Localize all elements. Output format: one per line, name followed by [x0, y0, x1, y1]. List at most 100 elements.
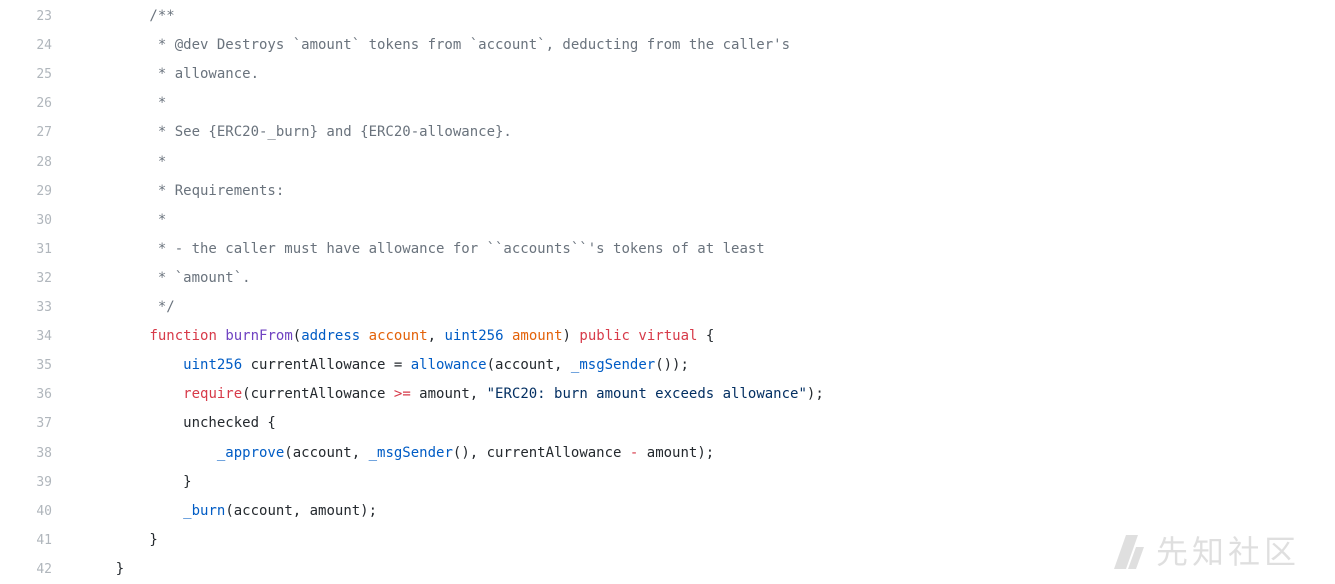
code-token: * @dev Destroys `amount` tokens from `ac…: [82, 37, 791, 54]
code-line: 34 function burnFrom(address account, ui…: [0, 322, 1335, 351]
line-number[interactable]: 33: [0, 293, 52, 322]
line-code: _burn(account, amount);: [82, 497, 377, 526]
code-line: 29 * Requirements:: [0, 177, 1335, 206]
line-code: * allowance.: [82, 60, 259, 89]
code-token: unchecked {: [82, 415, 276, 432]
code-token: "ERC20: burn amount exceeds allowance": [486, 386, 807, 403]
code-token: (account, amount);: [225, 502, 378, 519]
line-number[interactable]: 35: [0, 351, 52, 380]
code-token: (currentAllowance: [242, 386, 394, 403]
line-number[interactable]: 25: [0, 60, 52, 89]
code-line: 30 *: [0, 206, 1335, 235]
code-token: *: [82, 95, 167, 112]
line-code: * `amount`.: [82, 264, 251, 293]
line-number[interactable]: 32: [0, 264, 52, 293]
code-token: (: [292, 328, 302, 345]
code-token: >=: [393, 386, 411, 403]
line-code: uint256 currentAllowance = allowance(acc…: [82, 351, 689, 380]
code-token: function: [149, 328, 217, 345]
code-token: * See {ERC20-_burn} and {ERC20-allowance…: [82, 124, 512, 141]
code-token: * `amount`.: [82, 269, 251, 286]
code-line: 27 * See {ERC20-_burn} and {ERC20-allowa…: [0, 118, 1335, 147]
code-token: ());: [655, 357, 689, 374]
code-line: 39 }: [0, 468, 1335, 497]
code-line: 38 _approve(account, _msgSender(), curre…: [0, 439, 1335, 468]
line-number[interactable]: 34: [0, 322, 52, 351]
line-number[interactable]: 41: [0, 526, 52, 555]
line-number[interactable]: 26: [0, 89, 52, 118]
code-token: * allowance.: [82, 66, 260, 83]
line-code: unchecked {: [82, 409, 276, 438]
code-token: _burn: [183, 502, 226, 519]
line-number[interactable]: 30: [0, 206, 52, 235]
code-line: 31 * - the caller must have allowance fo…: [0, 235, 1335, 264]
line-number[interactable]: 36: [0, 380, 52, 409]
line-number[interactable]: 31: [0, 235, 52, 264]
xianzhi-logo-icon: [1114, 535, 1144, 569]
code-token: (), currentAllowance: [452, 444, 630, 461]
code-view: 23 /** 24 * @dev Destroys `amount` tokens…: [0, 0, 1335, 580]
code-line: 35 uint256 currentAllowance = allowance(…: [0, 351, 1335, 380]
line-number[interactable]: 24: [0, 31, 52, 60]
line-number[interactable]: 38: [0, 439, 52, 468]
line-number[interactable]: 23: [0, 2, 52, 31]
line-code: * @dev Destroys `amount` tokens from `ac…: [82, 31, 790, 60]
code-token: }: [82, 473, 192, 490]
watermark-text: 先知社区: [1156, 533, 1301, 571]
code-token: (account,: [284, 444, 369, 461]
code-token: *: [82, 153, 167, 170]
line-code: *: [82, 206, 166, 235]
code-line: 33 */: [0, 293, 1335, 322]
code-token: virtual: [638, 328, 698, 345]
line-code: * See {ERC20-_burn} and {ERC20-allowance…: [82, 118, 512, 147]
code-token: ,: [427, 328, 445, 345]
line-number[interactable]: 39: [0, 468, 52, 497]
line-code: *: [82, 148, 166, 177]
line-code: /**: [82, 2, 175, 31]
line-code: * Requirements:: [82, 177, 284, 206]
line-code: *: [82, 89, 166, 118]
code-token: }: [82, 531, 158, 548]
code-token: require: [183, 386, 243, 403]
code-token: uint256: [444, 328, 504, 345]
code-token: allowance: [410, 357, 487, 374]
line-number[interactable]: 28: [0, 148, 52, 177]
code-line: 24 * @dev Destroys `amount` tokens from …: [0, 31, 1335, 60]
code-token: currentAllowance =: [242, 357, 411, 374]
code-token: );: [806, 386, 824, 403]
line-number[interactable]: 40: [0, 497, 52, 526]
code-token: ): [562, 328, 580, 345]
code-line: 32 * `amount`.: [0, 264, 1335, 293]
line-code: * - the caller must have allowance for `…: [82, 235, 765, 264]
code-line: 23 /**: [0, 2, 1335, 31]
code-token: amount,: [410, 386, 487, 403]
code-token: _msgSender: [368, 444, 453, 461]
line-number[interactable]: 37: [0, 409, 52, 438]
code-token: _msgSender: [570, 357, 656, 374]
code-token: (account,: [486, 357, 571, 374]
line-code: */: [82, 293, 175, 322]
code-line: 26 *: [0, 89, 1335, 118]
code-line: 40 _burn(account, amount);: [0, 497, 1335, 526]
code-token: /**: [82, 8, 175, 24]
code-line: 37 unchecked {: [0, 409, 1335, 438]
line-number[interactable]: 27: [0, 118, 52, 147]
code-token: _approve: [216, 444, 285, 461]
code-token: address: [301, 328, 361, 345]
line-number[interactable]: 29: [0, 177, 52, 206]
code-line: 36 require(currentAllowance >= amount, "…: [0, 380, 1335, 409]
code-token: burnFrom: [225, 328, 293, 345]
line-code: require(currentAllowance >= amount, "ERC…: [82, 380, 824, 409]
code-token: *: [82, 211, 167, 228]
line-code: _approve(account, _msgSender(), currentA…: [82, 439, 714, 468]
code-token: public: [579, 328, 630, 345]
code-token: * Requirements:: [82, 182, 285, 199]
line-code: }: [82, 468, 192, 497]
code-token: uint256: [183, 357, 243, 374]
